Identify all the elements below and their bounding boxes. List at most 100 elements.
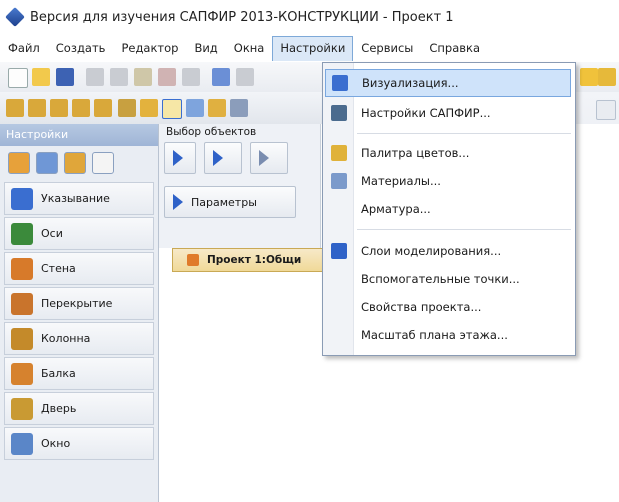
- column-icon: [11, 327, 33, 350]
- menu-view[interactable]: Вид: [186, 36, 225, 60]
- parameters-button[interactable]: Параметры: [164, 186, 296, 218]
- tool-beam[interactable]: Балка: [4, 357, 154, 390]
- beam-icon: [11, 362, 33, 385]
- tool-column-label: Колонна: [41, 332, 91, 345]
- tool-axes[interactable]: Оси: [4, 217, 154, 250]
- tool-10-icon[interactable]: [230, 99, 248, 117]
- pointer-icon: [173, 150, 183, 166]
- select-mode-button-2[interactable]: [204, 142, 242, 174]
- menu-item-floor-plan-scale[interactable]: Масштаб плана этажа...: [325, 321, 571, 349]
- tool-column[interactable]: Колонна: [4, 322, 154, 355]
- reinforcement-icon: [331, 201, 347, 217]
- grid-axes-icon: [11, 222, 33, 245]
- pointer-icon: [11, 187, 33, 210]
- window-icon: [11, 432, 33, 455]
- menu-separator: [357, 229, 571, 230]
- tool-pointer[interactable]: Указывание: [4, 182, 154, 215]
- tool-axes-label: Оси: [41, 227, 63, 240]
- tool-1-icon[interactable]: [6, 99, 24, 117]
- parameters-label: Параметры: [191, 195, 257, 209]
- menu-item-visualization[interactable]: Визуализация...: [325, 69, 571, 97]
- tool-3-icon[interactable]: [50, 99, 68, 117]
- zoom-icon[interactable]: [186, 99, 204, 117]
- folder-tool-icon[interactable]: [598, 68, 616, 86]
- yellow-tool-icon[interactable]: [580, 68, 598, 86]
- dropdown-arrow-icon[interactable]: [596, 100, 616, 120]
- tool-8-icon[interactable]: [162, 99, 182, 119]
- document-tab[interactable]: Проект 1:Общи: [172, 248, 334, 272]
- redo-icon[interactable]: [236, 68, 254, 86]
- menu-item-project-properties-label: Свойства проекта...: [361, 300, 482, 314]
- tool-4-icon[interactable]: [72, 99, 90, 117]
- tool-wall-label: Стена: [41, 262, 76, 275]
- paste-icon[interactable]: [134, 68, 152, 86]
- menu-item-materials[interactable]: Материалы...: [325, 167, 571, 195]
- menu-item-visualization-label: Визуализация...: [362, 76, 459, 90]
- menu-file[interactable]: Файл: [0, 36, 48, 60]
- menu-services[interactable]: Сервисы: [353, 36, 421, 60]
- copy-format-icon[interactable]: [182, 68, 200, 86]
- tool-door[interactable]: Дверь: [4, 392, 154, 425]
- save-icon[interactable]: [56, 68, 74, 86]
- menu-settings[interactable]: Настройки: [272, 35, 354, 61]
- tool-beam-label: Балка: [41, 367, 76, 380]
- door-icon: [11, 397, 33, 420]
- document-tab-label: Проект 1:Общи: [207, 254, 302, 266]
- object-selection-label: Выбор объектов: [166, 126, 257, 138]
- architecture-mode-icon[interactable]: [8, 152, 30, 174]
- menu-edit[interactable]: Редактор: [113, 36, 186, 60]
- left-panel-header: Настройки: [0, 124, 158, 146]
- menu-item-modeling-layers[interactable]: Слои моделирования...: [325, 237, 571, 265]
- menu-windows[interactable]: Окна: [226, 36, 273, 60]
- materials-icon: [331, 173, 347, 189]
- left-panel-mode-icons: [0, 146, 158, 180]
- floor-plan-scale-icon: [331, 327, 347, 343]
- palette-icon: [331, 145, 347, 161]
- tool-slab-label: Перекрытие: [41, 297, 113, 310]
- tool-5-icon[interactable]: [94, 99, 112, 117]
- menu-item-color-palette[interactable]: Палитра цветов...: [325, 139, 571, 167]
- menu-item-color-palette-label: Палитра цветов...: [361, 146, 470, 160]
- tool-door-label: Дверь: [41, 402, 77, 415]
- undo-icon[interactable]: [212, 68, 230, 86]
- menu-item-modeling-layers-label: Слои моделирования...: [361, 244, 502, 258]
- menu-item-sapfir-settings[interactable]: Настройки САПФИР...: [325, 99, 571, 127]
- menu-create[interactable]: Создать: [48, 36, 114, 60]
- visualization-icon: [332, 75, 348, 91]
- tool-wall[interactable]: Стена: [4, 252, 154, 285]
- layers-icon: [331, 243, 347, 259]
- title-bar: Версия для изучения САПФИР 2013-КОНСТРУК…: [0, 0, 619, 34]
- menu-item-materials-label: Материалы...: [361, 174, 441, 188]
- open-folder-icon[interactable]: [32, 68, 50, 86]
- menu-item-helper-points[interactable]: Вспомогательные точки...: [325, 265, 571, 293]
- select-mode-button-1[interactable]: [164, 142, 196, 174]
- select-mode-button-3[interactable]: [250, 142, 288, 174]
- menu-item-project-properties[interactable]: Свойства проекта...: [325, 293, 571, 321]
- new-file-icon[interactable]: [8, 68, 28, 88]
- tool-pointer-label: Указывание: [41, 192, 110, 205]
- app-logo-icon: [5, 7, 25, 27]
- tool-window[interactable]: Окно: [4, 427, 154, 460]
- menu-item-floor-plan-scale-label: Масштаб плана этажа...: [361, 328, 508, 342]
- menu-item-reinforcement[interactable]: Арматура...: [325, 195, 571, 223]
- document-mode-icon[interactable]: [92, 152, 114, 174]
- object-mode-icon[interactable]: [64, 152, 86, 174]
- menu-help[interactable]: Справка: [421, 36, 488, 60]
- wall-icon: [11, 257, 33, 280]
- tool-7-icon[interactable]: [140, 99, 158, 117]
- pointer-plus-icon: [213, 150, 223, 166]
- tool-6-icon[interactable]: [118, 99, 136, 117]
- menu-separator: [357, 133, 571, 134]
- parameters-icon: [173, 194, 183, 210]
- project-properties-icon: [331, 299, 347, 315]
- house-icon: [187, 254, 199, 266]
- delete-icon[interactable]: [158, 68, 176, 86]
- pointer-filter-icon: [259, 150, 269, 166]
- copy-icon[interactable]: [110, 68, 128, 86]
- tool-9-icon[interactable]: [208, 99, 226, 117]
- cut-icon[interactable]: [86, 68, 104, 86]
- tool-2-icon[interactable]: [28, 99, 46, 117]
- grid-mode-icon[interactable]: [36, 152, 58, 174]
- menu-item-reinforcement-label: Арматура...: [361, 202, 431, 216]
- tool-slab[interactable]: Перекрытие: [4, 287, 154, 320]
